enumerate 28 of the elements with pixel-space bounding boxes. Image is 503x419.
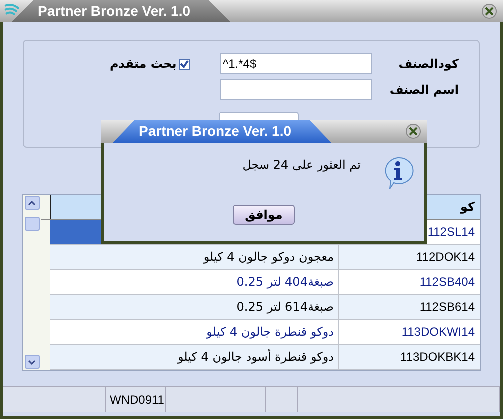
close-button[interactable]: [482, 4, 497, 19]
logo-icon: [4, 3, 20, 17]
ok-button[interactable]: موافق: [233, 205, 295, 225]
table-cell: 112DOK14: [338, 245, 480, 270]
code-field[interactable]: ^1.*4$: [220, 53, 372, 74]
dialog-close-button[interactable]: [406, 124, 421, 139]
table-cell: معجون دوكو جالون 4 كيلو: [50, 245, 338, 270]
scroll-thumb[interactable]: [24, 216, 40, 230]
table-cell: دوكو قنطرة أسود جالون 4 كيلو: [50, 345, 338, 370]
table-cell: 112SB614: [338, 295, 480, 320]
field-label: اسم الصنف: [390, 82, 459, 99]
table-cell: صبغة404 لتر 0.25: [50, 270, 338, 295]
field-label: كودالصنف: [398, 56, 459, 73]
window-title: Partner Bronze Ver. 1.0: [139, 122, 292, 141]
name-field[interactable]: [220, 79, 372, 100]
scroll-up-icon[interactable]: [24, 196, 40, 210]
window-title: Partner Bronze Ver. 1.0: [38, 2, 191, 20]
scrollbar[interactable]: [23, 195, 41, 370]
table-cell: صبغة614 لتر 0.25: [50, 295, 338, 320]
advanced-checkbox[interactable]: [178, 58, 190, 70]
table-cell: 112SB404: [338, 270, 480, 295]
table-cell: 113DOKWI14: [338, 320, 480, 345]
status-panel: WND0911: [106, 387, 166, 412]
table-cell: دوكو قنطرة جالون 4 كيلو: [50, 320, 338, 345]
table-cell: 113DOKBK14: [338, 345, 480, 370]
checkbox-label: بحث متقدم: [110, 56, 177, 73]
dialog-message: تم العثور على 24 سجل: [242, 157, 361, 174]
scroll-down-icon[interactable]: [24, 355, 40, 369]
